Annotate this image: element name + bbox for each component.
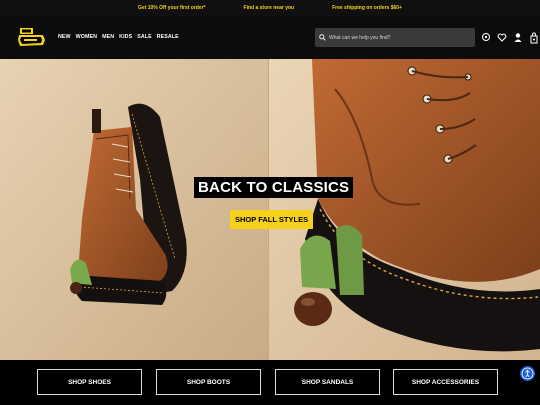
- hero-title: BACK TO CLASSICS: [194, 177, 354, 198]
- category-bar: SHOP SHOES SHOP BOOTS SHOP SANDALS SHOP …: [0, 360, 540, 405]
- shop-boots-button[interactable]: SHOP BOOTS: [156, 369, 261, 395]
- nav-resale[interactable]: RESALE: [157, 34, 179, 40]
- shop-fall-styles-button[interactable]: SHOP FALL STYLES: [230, 210, 314, 229]
- search-input[interactable]: [329, 34, 469, 41]
- cart-bag-icon[interactable]: [529, 31, 539, 44]
- shop-accessories-button[interactable]: SHOP ACCESSORIES: [393, 369, 498, 395]
- nav-new[interactable]: NEW: [58, 34, 71, 40]
- promo-store-link[interactable]: Find a store near you: [244, 5, 295, 11]
- hero-banner[interactable]: BACK TO CLASSICS SHOP FALL STYLES: [0, 59, 540, 360]
- nav-men[interactable]: MEN: [102, 34, 114, 40]
- header-icons: [481, 31, 539, 44]
- nav-kids[interactable]: KIDS: [119, 34, 132, 40]
- search-bar[interactable]: [315, 28, 475, 47]
- wishlist-heart-icon[interactable]: [497, 31, 507, 43]
- nav-women[interactable]: WOMEN: [76, 34, 97, 40]
- dr-martens-logo[interactable]: [17, 26, 46, 50]
- shop-shoes-button[interactable]: SHOP SHOES: [37, 369, 142, 395]
- location-icon[interactable]: [481, 31, 491, 43]
- promo-shipping-link[interactable]: Free shipping on orders $60+: [332, 5, 402, 11]
- main-nav: NEW WOMEN MEN KIDS SALE RESALE: [58, 34, 179, 40]
- promo-offer-link[interactable]: Get 10% Off your first order*: [138, 5, 206, 11]
- account-icon[interactable]: [513, 31, 523, 43]
- shop-sandals-button[interactable]: SHOP SANDALS: [275, 369, 380, 395]
- nav-sale[interactable]: SALE: [137, 34, 152, 40]
- site-header: NEW WOMEN MEN KIDS SALE RESALE: [0, 16, 540, 59]
- search-icon: [319, 34, 326, 41]
- promo-bar: Get 10% Off your first order* Find a sto…: [0, 0, 540, 16]
- accessibility-icon[interactable]: [520, 366, 535, 381]
